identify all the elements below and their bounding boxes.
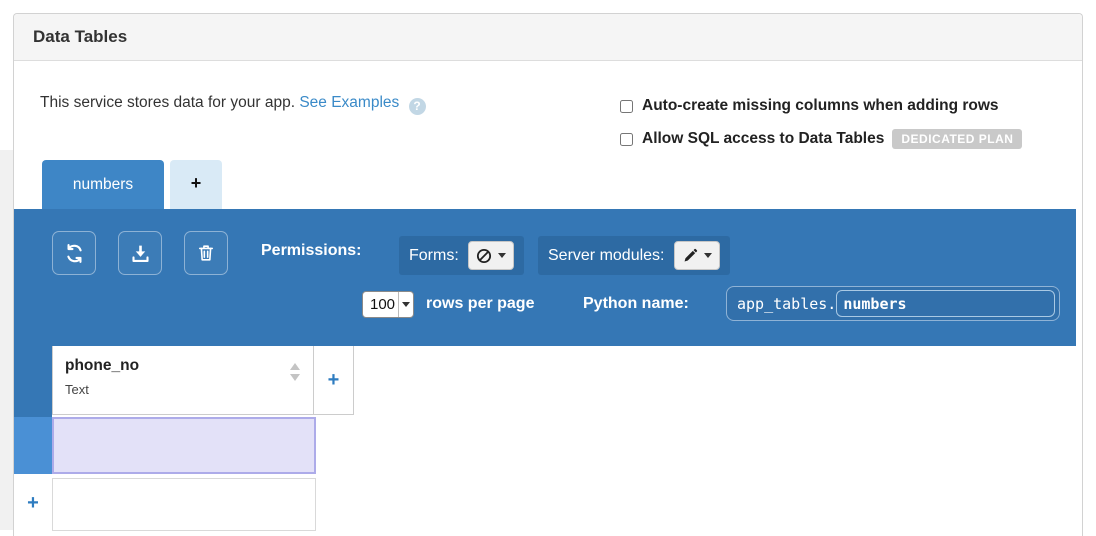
option-auto-create: Auto-create missing columns when adding … xyxy=(620,97,999,115)
selected-row-handle[interactable] xyxy=(14,417,52,474)
server-modules-label: Server modules: xyxy=(548,247,665,265)
page-left-gutter xyxy=(0,150,13,530)
delete-table-button[interactable] xyxy=(184,231,228,275)
permissions-label: Permissions: xyxy=(261,242,361,260)
add-table-tab[interactable]: + xyxy=(170,160,222,209)
python-name-label: Python name: xyxy=(583,295,689,313)
server-modules-permission-group: Server modules: xyxy=(538,236,730,275)
caret-down-icon xyxy=(402,302,410,307)
forms-label: Forms: xyxy=(409,247,459,265)
refresh-button[interactable] xyxy=(52,231,96,275)
tab-numbers[interactable]: numbers xyxy=(42,160,164,209)
pencil-icon xyxy=(682,247,699,264)
forms-permission-group: Forms: xyxy=(399,236,524,275)
add-row-button[interactable]: + xyxy=(14,476,52,531)
panel-header: Data Tables xyxy=(14,14,1082,61)
new-row-cell[interactable] xyxy=(52,478,316,531)
dedicated-plan-badge: DEDICATED PLAN xyxy=(892,129,1022,149)
rows-per-page-select[interactable]: 100 xyxy=(362,291,414,318)
download-button[interactable] xyxy=(118,231,162,275)
rows-per-page-value: 100 xyxy=(363,296,398,313)
allow-sql-checkbox[interactable] xyxy=(620,133,633,146)
caret-down-icon xyxy=(704,253,712,258)
see-examples-link[interactable]: See Examples xyxy=(299,94,399,111)
forms-permission-dropdown[interactable] xyxy=(468,241,514,270)
download-icon xyxy=(130,243,151,264)
trash-icon xyxy=(196,243,216,263)
data-tables-panel: Data Tables This service stores data for… xyxy=(13,13,1083,536)
python-name-box: app_tables. xyxy=(726,286,1060,321)
column-name: phone_no xyxy=(65,357,301,375)
help-icon[interactable]: ? xyxy=(409,98,426,115)
python-name-prefix: app_tables. xyxy=(737,295,836,313)
column-type: Text xyxy=(65,382,301,397)
intro-line: This service stores data for your app. S… xyxy=(40,94,426,115)
sort-arrows-icon[interactable] xyxy=(290,363,300,381)
auto-create-label: Auto-create missing columns when adding … xyxy=(642,97,999,115)
column-header-phone-no[interactable]: phone_no Text xyxy=(52,346,314,415)
ban-icon xyxy=(475,247,493,265)
data-tables-service-page: Data Tables This service stores data for… xyxy=(0,0,1096,536)
auto-create-checkbox[interactable] xyxy=(620,100,633,113)
caret-down-icon xyxy=(498,253,506,258)
allow-sql-label: Allow SQL access to Data Tables xyxy=(642,130,884,148)
intro-text: This service stores data for your app. xyxy=(40,94,299,111)
page-title: Data Tables xyxy=(14,14,1082,60)
selected-cell-phone-no[interactable] xyxy=(52,417,316,474)
python-name-input[interactable] xyxy=(836,290,1055,317)
option-allow-sql: Allow SQL access to Data Tables DEDICATE… xyxy=(620,129,1022,149)
rows-per-page-label: rows per page xyxy=(426,295,534,313)
add-column-button[interactable]: + xyxy=(314,346,354,415)
header-row-gutter xyxy=(14,346,52,417)
table-toolbar: Permissions: Forms: Server modules: xyxy=(14,209,1076,346)
refresh-icon xyxy=(64,243,85,264)
server-modules-permission-dropdown[interactable] xyxy=(674,241,720,270)
